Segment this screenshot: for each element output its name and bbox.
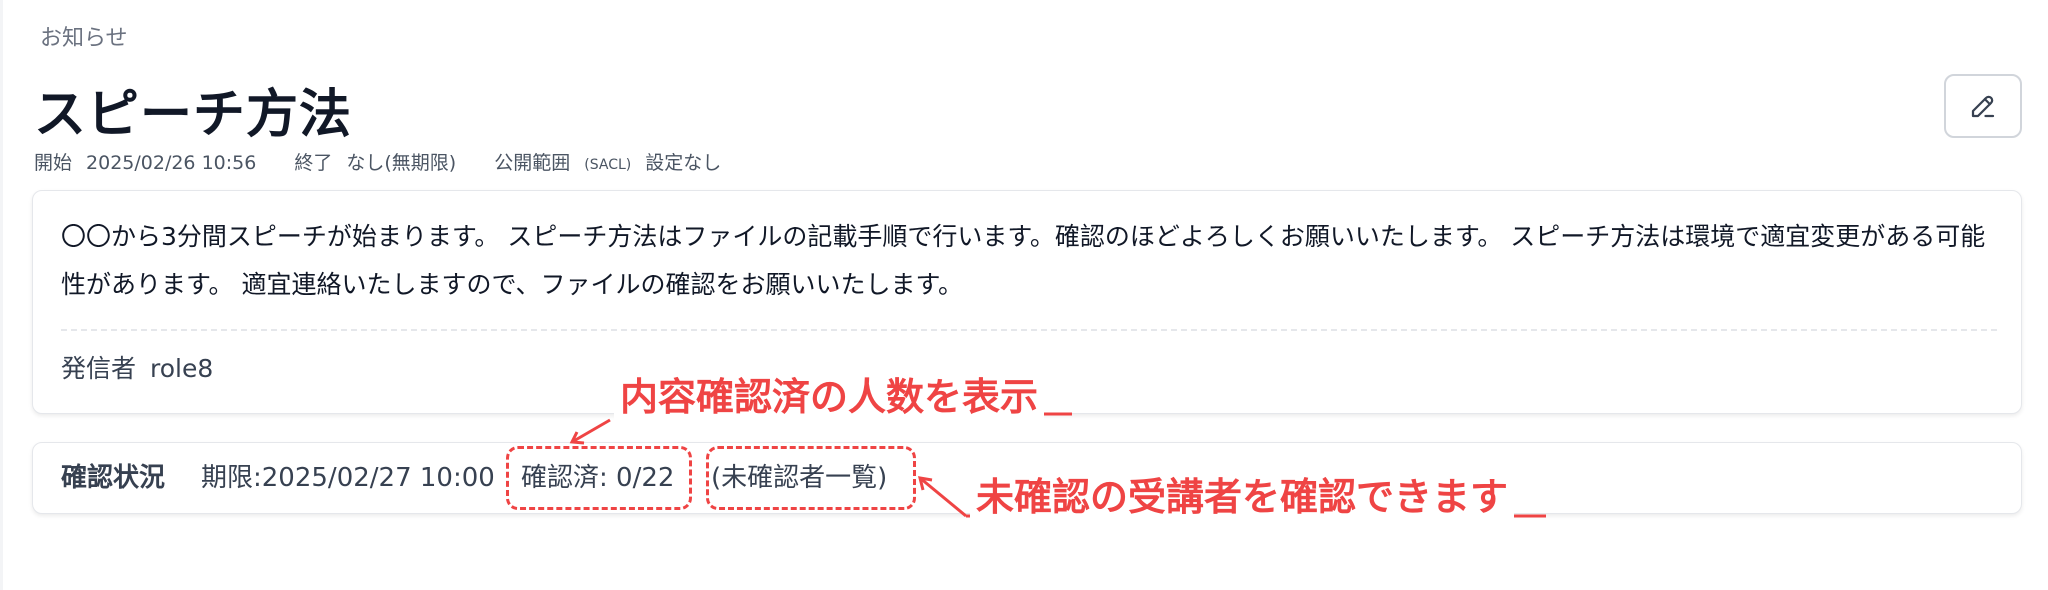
highlight-confirmed-count — [506, 446, 692, 510]
start-label: 開始 — [34, 152, 73, 174]
start-value: 2025/02/26 10:56 — [86, 152, 257, 174]
sender-value: role8 — [150, 354, 214, 383]
page-title: スピーチ方法 — [34, 85, 353, 145]
callout-unconfirmed-list: 未確認の受講者を確認できます — [970, 464, 1515, 523]
message-body: 〇〇から3分間スピーチが始まります。 スピーチ方法はファイルの記載手順で行います… — [61, 222, 1986, 299]
divider — [61, 329, 1997, 331]
breadcrumb[interactable]: お知らせ — [40, 20, 128, 52]
arrow-to-count — [571, 418, 611, 444]
sender-row: 発信者 role8 — [61, 345, 227, 393]
highlight-unconfirmed-list — [706, 446, 916, 510]
left-border — [0, 0, 3, 590]
scope-label: 公開範囲 — [494, 152, 571, 174]
status-deadline: 期限:2025/02/27 10:00 — [201, 463, 495, 493]
meta-row: 開始 2025/02/26 10:56 終了 なし(無期限) 公開範囲 (SACL) 設… — [34, 148, 735, 175]
end-label: 終了 — [294, 152, 333, 174]
edit-button[interactable] — [1944, 74, 2022, 138]
scope-value: 設定なし — [645, 152, 722, 174]
sender-label: 発信者 — [61, 354, 137, 383]
edit-pencil-icon — [1971, 95, 1995, 118]
callout-confirmed-count: 内容確認済の人数を表示 — [614, 364, 1045, 423]
end-value: なし(無期限) — [346, 152, 457, 174]
scope-tag: (SACL) — [584, 157, 632, 173]
status-title: 確認状況 — [61, 463, 166, 493]
